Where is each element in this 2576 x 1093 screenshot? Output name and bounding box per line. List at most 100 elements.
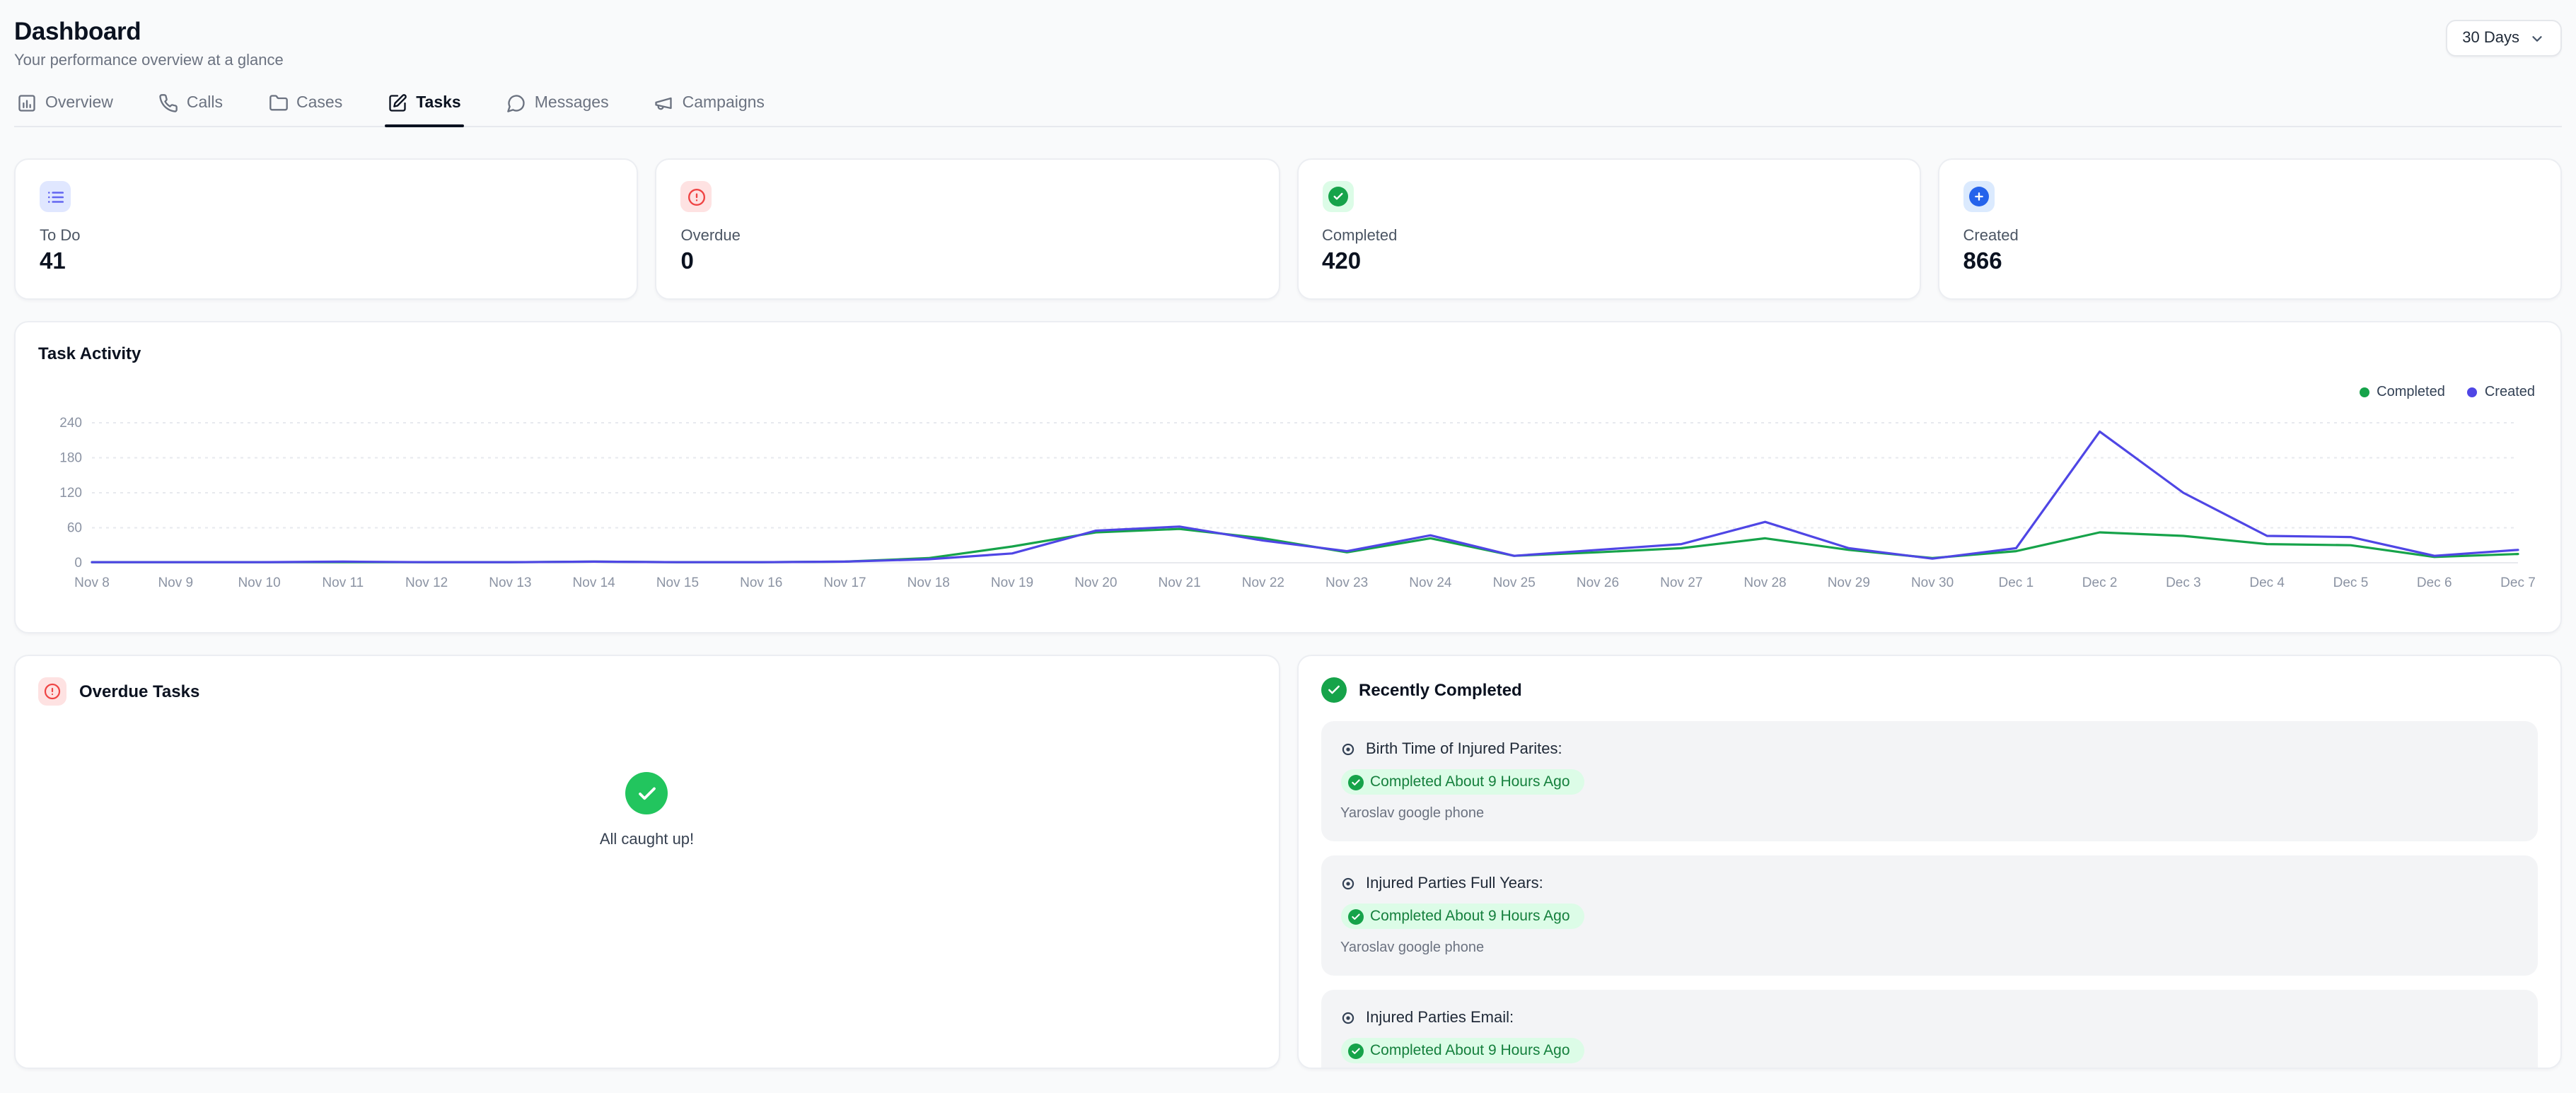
recent-panel-header: Recently Completed	[1321, 677, 2538, 703]
list-item[interactable]: Birth Time of Injured Parites: Completed…	[1321, 721, 2538, 841]
task-title: Injured Parties Full Years:	[1366, 875, 1543, 892]
task-activity-panel: Task Activity Completed Created 06012018…	[14, 321, 2562, 633]
overdue-panel-header: Overdue Tasks	[38, 677, 1255, 706]
stat-label: To Do	[40, 228, 613, 245]
task-meta: Yaroslav google phone	[1340, 940, 2518, 956]
chevron-down-icon	[2529, 30, 2545, 46]
completed-badge: Completed About 9 Hours Ago	[1340, 769, 1584, 795]
overdue-tasks-panel: Overdue Tasks All caught up!	[14, 655, 1280, 1069]
created-dot-icon	[2468, 387, 2478, 397]
badge-label: Completed About 9 Hours Ago	[1370, 773, 1570, 790]
svg-text:Nov 15: Nov 15	[656, 575, 699, 590]
tab-label: Campaigns	[683, 95, 765, 112]
svg-text:Dec 1: Dec 1	[1999, 575, 2034, 590]
dashboard-page: Dashboard Your performance overview at a…	[0, 0, 2576, 1093]
svg-text:Dec 4: Dec 4	[2249, 575, 2285, 590]
megaphone-icon	[654, 93, 674, 113]
stat-label: Overdue	[681, 228, 1255, 245]
stat-value: 420	[1322, 249, 1896, 276]
stat-value: 41	[40, 249, 613, 276]
svg-text:Nov 25: Nov 25	[1493, 575, 1536, 590]
page-subtitle: Your performance overview at a glance	[14, 52, 284, 69]
check-circle-icon	[626, 772, 668, 814]
svg-text:Nov 11: Nov 11	[322, 575, 364, 590]
header-text: Dashboard Your performance overview at a…	[14, 17, 284, 69]
tab-cases[interactable]: Cases	[265, 90, 345, 126]
legend-completed[interactable]: Completed	[2360, 385, 2445, 400]
square-pen-icon	[388, 93, 407, 113]
stat-value: 0	[681, 249, 1255, 276]
svg-text:Nov 20: Nov 20	[1074, 575, 1117, 590]
plus-circle-icon	[1963, 181, 1995, 212]
legend-created[interactable]: Created	[2468, 385, 2535, 400]
svg-text:Nov 22: Nov 22	[1242, 575, 1284, 590]
svg-text:Nov 10: Nov 10	[238, 575, 280, 590]
svg-text:Nov 26: Nov 26	[1577, 575, 1619, 590]
list-icon	[40, 181, 71, 212]
check-circle-icon	[1321, 677, 1346, 703]
tab-label: Messages	[535, 95, 609, 112]
tab-label: Overview	[45, 95, 113, 112]
tab-bar: Overview Calls Cases Tasks Messages Camp…	[14, 90, 2562, 127]
stat-label: Created	[1963, 228, 2537, 245]
page-header: Dashboard Your performance overview at a…	[14, 14, 2562, 69]
svg-text:180: 180	[59, 451, 82, 466]
page-title: Dashboard	[14, 17, 284, 47]
chart-legend: Completed Created	[2360, 385, 2535, 400]
stat-card-created: Created 866	[1938, 158, 2563, 300]
tab-tasks[interactable]: Tasks	[385, 90, 464, 126]
list-item[interactable]: Injured Parties Full Years: Completed Ab…	[1321, 855, 2538, 976]
svg-text:Dec 3: Dec 3	[2166, 575, 2201, 590]
phone-icon	[158, 93, 178, 113]
svg-text:Nov 23: Nov 23	[1325, 575, 1368, 590]
task-title: Injured Parties Email:	[1366, 1010, 1514, 1027]
task-activity-line-chart: 060120180240Nov 8Nov 9Nov 10Nov 11Nov 12…	[38, 366, 2541, 621]
svg-text:Nov 8: Nov 8	[74, 575, 110, 590]
chart-title: Task Activity	[38, 344, 2538, 363]
check-circle-icon	[1347, 774, 1363, 790]
date-range-value: 30 Days	[2462, 30, 2519, 47]
message-circle-icon	[506, 93, 526, 113]
svg-text:120: 120	[59, 486, 82, 501]
recently-completed-panel: Recently Completed Birth Time of Injured…	[1296, 655, 2562, 1069]
badge-label: Completed About 9 Hours Ago	[1370, 908, 1570, 925]
tab-messages[interactable]: Messages	[504, 90, 612, 126]
date-range-selector[interactable]: 30 Days	[2445, 20, 2562, 57]
tab-calls[interactable]: Calls	[156, 90, 226, 126]
folder-icon	[268, 93, 288, 113]
svg-text:Dec 6: Dec 6	[2417, 575, 2452, 590]
svg-text:Nov 12: Nov 12	[405, 575, 448, 590]
status-dot-icon	[1340, 742, 1354, 756]
svg-text:Nov 29: Nov 29	[1828, 575, 1870, 590]
svg-text:Nov 9: Nov 9	[158, 575, 193, 590]
task-title: Birth Time of Injured Parites:	[1366, 741, 1562, 758]
check-circle-icon	[1322, 181, 1353, 212]
legend-label: Created	[2485, 385, 2535, 400]
completed-badge: Completed About 9 Hours Ago	[1340, 904, 1584, 929]
tab-label: Tasks	[416, 95, 461, 112]
svg-text:Dec 5: Dec 5	[2333, 575, 2369, 590]
stat-label: Completed	[1322, 228, 1896, 245]
bottom-panels: Overdue Tasks All caught up! Recently Co…	[14, 655, 2562, 1069]
tab-campaigns[interactable]: Campaigns	[651, 90, 767, 126]
svg-text:Nov 14: Nov 14	[573, 575, 616, 590]
panel-title: Overdue Tasks	[79, 682, 199, 701]
stat-value: 866	[1963, 249, 2537, 276]
svg-text:Nov 30: Nov 30	[1911, 575, 1954, 590]
svg-text:240: 240	[59, 416, 82, 431]
legend-label: Completed	[2377, 385, 2445, 400]
check-circle-icon	[1347, 1043, 1363, 1058]
tab-label: Calls	[187, 95, 223, 112]
svg-text:Nov 28: Nov 28	[1744, 575, 1786, 590]
empty-state-message: All caught up!	[600, 831, 694, 848]
svg-text:Nov 13: Nov 13	[489, 575, 531, 590]
alert-circle-icon	[681, 181, 712, 212]
svg-text:Nov 17: Nov 17	[823, 575, 866, 590]
svg-text:0: 0	[74, 556, 82, 571]
svg-text:Nov 27: Nov 27	[1660, 575, 1702, 590]
tab-overview[interactable]: Overview	[14, 90, 116, 126]
svg-text:Nov 18: Nov 18	[907, 575, 950, 590]
list-item[interactable]: Injured Parties Email: Completed About 9…	[1321, 990, 2538, 1069]
svg-text:Dec 7: Dec 7	[2500, 575, 2536, 590]
bar-chart-square-icon	[17, 93, 37, 113]
